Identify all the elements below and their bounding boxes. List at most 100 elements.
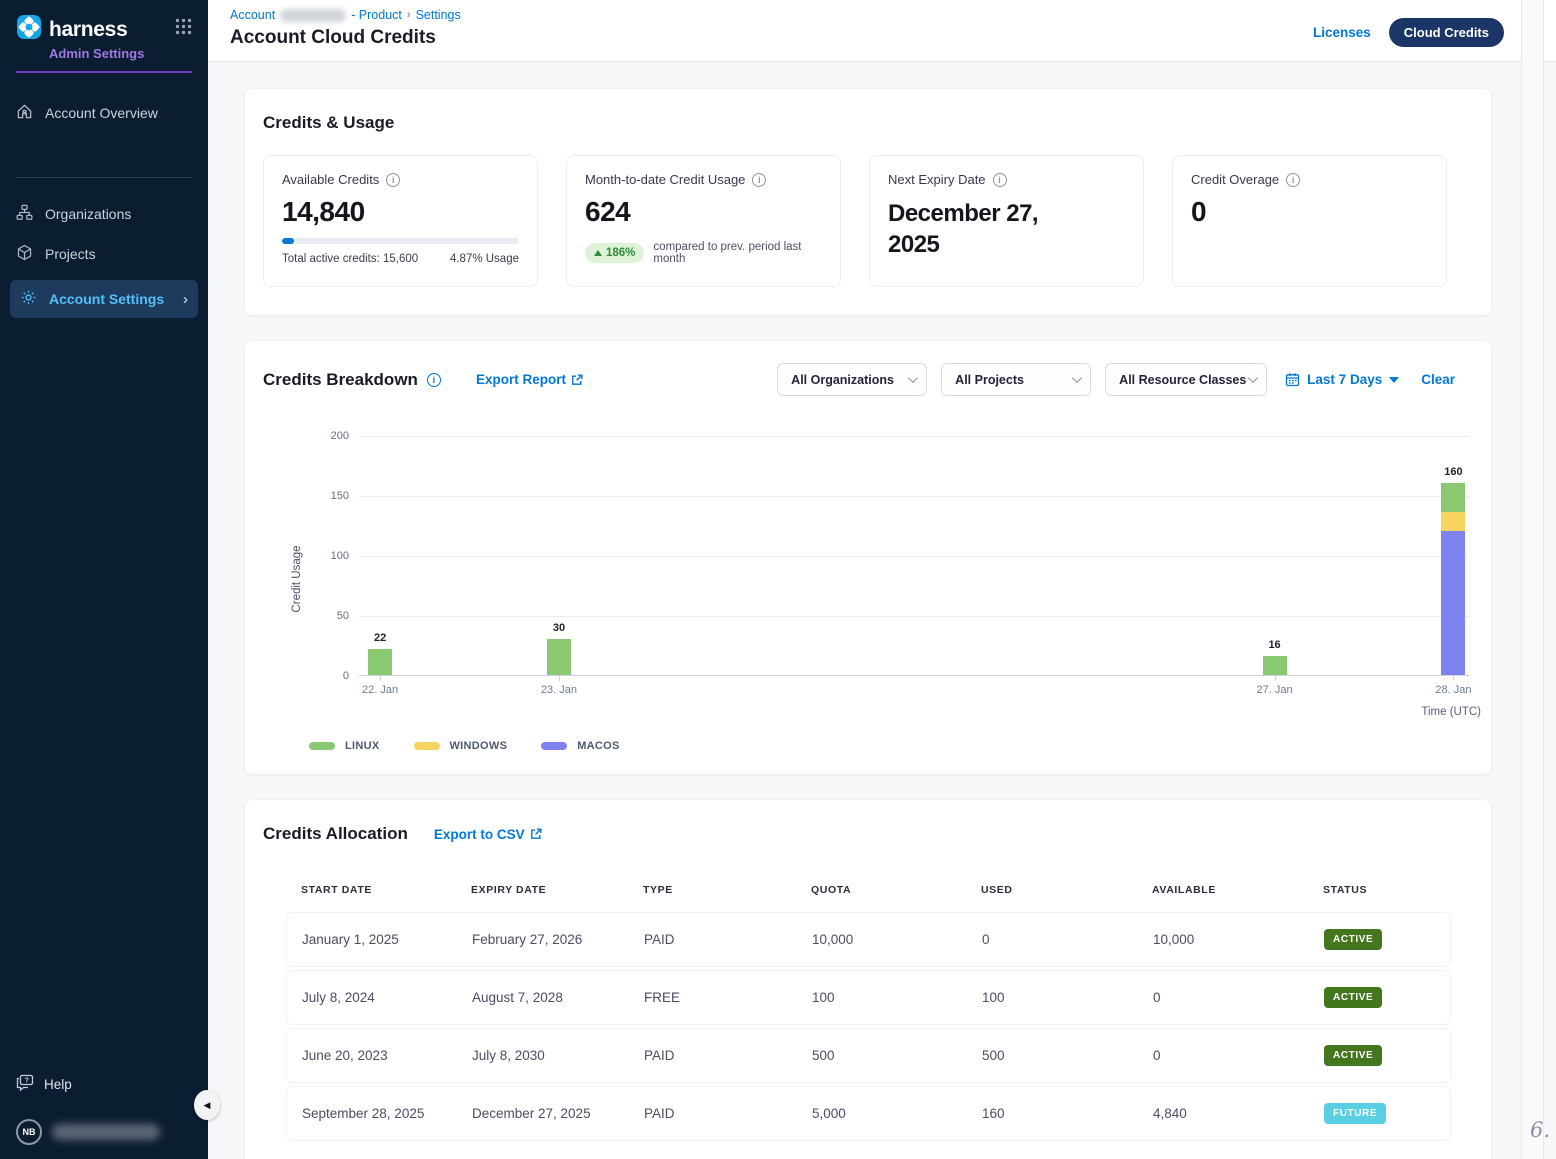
total-active-credits: Total active credits: 15,600	[282, 253, 418, 265]
gridline	[359, 616, 1469, 617]
status-badge: ACTIVE	[1324, 1045, 1382, 1066]
calendar-icon	[1285, 372, 1300, 387]
next-expiry-card: Next Expiry Date i December 27, 2025	[869, 155, 1144, 287]
bar-value-label: 16	[1245, 639, 1305, 651]
bar-segment-macos	[1441, 531, 1465, 675]
cloud-credits-button[interactable]: Cloud Credits	[1389, 18, 1504, 47]
sidebar-item-label: Projects	[45, 246, 96, 262]
sidebar: harness Admin Settings Account Overview	[0, 0, 208, 1159]
credits-progress-fill	[282, 238, 294, 244]
status-badge: ACTIVE	[1324, 929, 1382, 950]
sidebar-collapse-handle[interactable]: ◀	[194, 1090, 220, 1120]
credits-progress-bar	[282, 238, 519, 244]
col-quota: QUOTA	[811, 884, 981, 896]
chart-plot: 050100150200223016160	[359, 436, 1469, 676]
admin-settings-label: Admin Settings	[49, 46, 192, 61]
licenses-button[interactable]: Licenses	[1313, 25, 1371, 40]
bar-segment-linux	[1263, 656, 1287, 675]
credit-overage-value: 0	[1191, 196, 1428, 228]
main-area: Account - Product › Settings Account Clo…	[208, 0, 1556, 1159]
bar-22. Jan[interactable]: 22	[368, 435, 392, 675]
available-credits-label: Available Credits	[282, 172, 379, 187]
scrollbar-track[interactable]	[1521, 0, 1544, 1159]
bar-segment-linux	[547, 639, 571, 675]
x-tick-label: 28. Jan	[1435, 684, 1471, 696]
breadcrumb-settings[interactable]: Settings	[416, 8, 461, 22]
bar-segment-windows	[1441, 512, 1465, 531]
app-grid-icon[interactable]	[175, 18, 192, 40]
x-tick-label: 23. Jan	[541, 684, 577, 696]
table-row: July 8, 2024 August 7, 2028 FREE 100 100…	[286, 970, 1451, 1025]
projects-dropdown[interactable]: All Projects	[941, 363, 1091, 396]
x-tick	[1453, 676, 1454, 681]
info-icon[interactable]: i	[993, 173, 1007, 187]
y-tick-label: 150	[331, 490, 349, 502]
legend-item-macos[interactable]: MACOS	[541, 740, 619, 752]
sidebar-item-account-overview[interactable]: Account Overview	[0, 93, 208, 133]
legend-swatch	[309, 742, 335, 750]
avatar[interactable]: NB	[16, 1119, 42, 1145]
bar-segment-linux	[368, 649, 392, 675]
x-tick-label: 27. Jan	[1257, 684, 1293, 696]
table-row: September 28, 2025 December 27, 2025 PAI…	[286, 1086, 1451, 1141]
y-axis-title: Credit Usage	[291, 545, 303, 612]
table-row: January 1, 2025 February 27, 2026 PAID 1…	[286, 912, 1451, 967]
sidebar-item-label: Organizations	[45, 206, 131, 222]
x-tick	[1275, 676, 1276, 681]
bar-value-label: 30	[529, 622, 589, 634]
handwritten-annotation: 6.	[1530, 1118, 1550, 1142]
x-tick	[380, 676, 381, 681]
sidebar-item-projects[interactable]: Projects	[0, 234, 208, 274]
info-icon[interactable]: i	[386, 173, 400, 187]
sidebar-item-organizations[interactable]: Organizations	[0, 194, 208, 234]
credit-overage-card: Credit Overage i 0	[1172, 155, 1447, 287]
help-label: Help	[44, 1077, 72, 1092]
chevron-down-icon	[1072, 373, 1082, 383]
caret-down-icon	[1389, 377, 1399, 383]
col-expiry-date: EXPIRY DATE	[471, 884, 643, 896]
legend-item-windows[interactable]: WINDOWS	[414, 740, 508, 752]
allocation-table: START DATE EXPIRY DATE TYPE QUOTA USED A…	[286, 884, 1451, 1141]
y-tick-label: 50	[337, 610, 349, 622]
external-link-icon	[530, 828, 542, 840]
info-icon[interactable]: i	[427, 373, 441, 387]
nav-divider	[16, 177, 192, 178]
table-row: June 20, 2023 July 8, 2030 PAID 500 500 …	[286, 1028, 1451, 1083]
breadcrumb-account[interactable]: Account	[230, 8, 275, 22]
bar-value-label: 160	[1423, 466, 1483, 478]
home-icon	[16, 103, 33, 123]
export-csv-link[interactable]: Export to CSV	[434, 827, 542, 842]
user-name-redacted	[52, 1124, 160, 1140]
bar-segment-linux	[1441, 483, 1465, 512]
status-badge: FUTURE	[1324, 1103, 1386, 1124]
status-badge: ACTIVE	[1324, 987, 1382, 1008]
cube-icon	[16, 244, 33, 264]
bar-23. Jan[interactable]: 30	[547, 435, 571, 675]
col-status: STATUS	[1323, 884, 1451, 896]
legend-item-linux[interactable]: LINUX	[309, 740, 380, 752]
export-report-link[interactable]: Export Report	[476, 372, 583, 387]
harness-logo-icon	[16, 14, 42, 45]
logo-underline	[16, 71, 192, 73]
sidebar-item-account-settings[interactable]: Account Settings ›	[10, 280, 198, 318]
y-tick-label: 200	[331, 430, 349, 442]
legend-label: LINUX	[345, 740, 380, 752]
date-range-picker[interactable]: Last 7 Days	[1285, 372, 1399, 387]
help-button[interactable]: ? Help	[16, 1074, 192, 1095]
organizations-dropdown[interactable]: All Organizations	[777, 363, 927, 396]
table-header: START DATE EXPIRY DATE TYPE QUOTA USED A…	[286, 884, 1451, 896]
breadcrumb-redacted	[280, 9, 346, 22]
bar-28. Jan[interactable]: 160	[1441, 435, 1465, 675]
compare-text: compared to prev. period last month	[653, 241, 822, 265]
credits-breakdown-section: Credits Breakdown i Export Report All Or…	[244, 340, 1492, 775]
credit-overage-label: Credit Overage	[1191, 172, 1279, 187]
credits-usage-section: Credits & Usage Available Credits i 14,8…	[244, 88, 1492, 316]
legend-label: MACOS	[577, 740, 619, 752]
breadcrumb-product[interactable]: - Product	[351, 8, 402, 22]
bar-27. Jan[interactable]: 16	[1263, 435, 1287, 675]
info-icon[interactable]: i	[752, 173, 766, 187]
resource-classes-dropdown[interactable]: All Resource Classes	[1105, 363, 1267, 396]
info-icon[interactable]: i	[1286, 173, 1300, 187]
mtd-usage-value: 624	[585, 196, 822, 228]
clear-filters-button[interactable]: Clear	[1421, 372, 1455, 387]
